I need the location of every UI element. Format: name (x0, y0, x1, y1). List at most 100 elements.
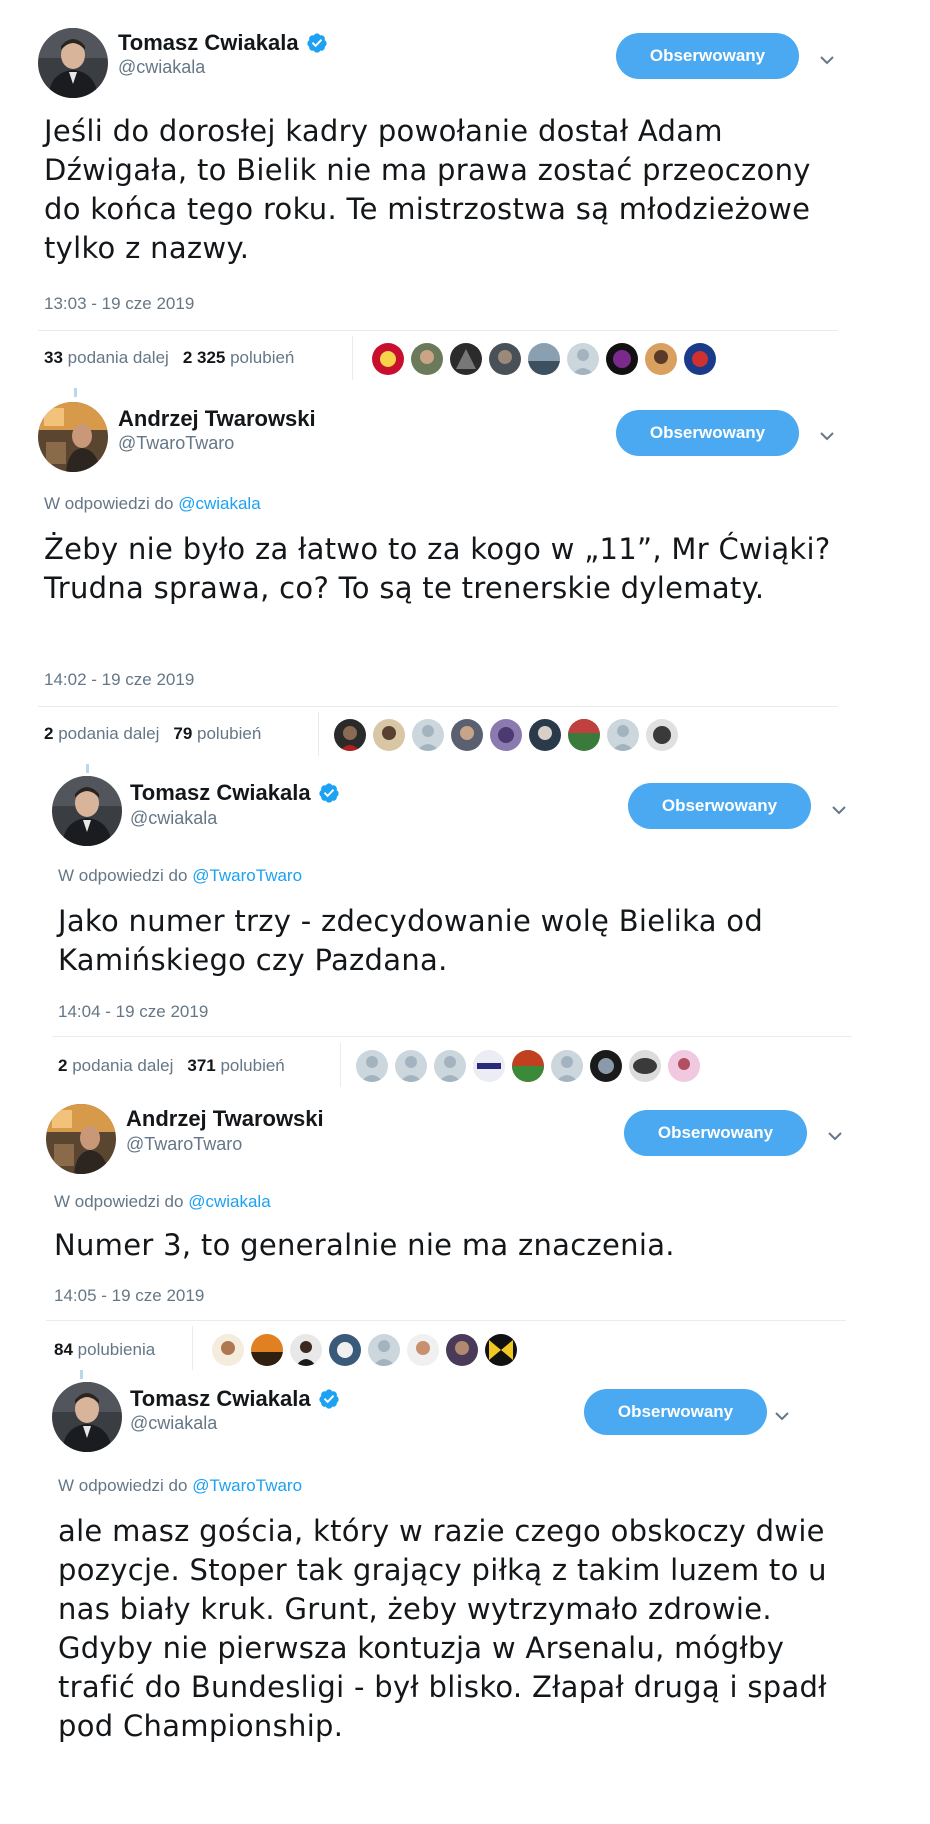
liker-avatar[interactable] (290, 1334, 322, 1366)
retweets-stat[interactable]: 33 podania dalej (44, 348, 169, 368)
liker-avatar[interactable] (668, 1050, 700, 1082)
liker-avatar[interactable] (395, 1050, 427, 1082)
chevron-down-icon[interactable] (823, 1124, 847, 1148)
liker-avatar[interactable] (606, 343, 638, 375)
tweet-timestamp[interactable]: 14:05 - 19 cze 2019 (54, 1286, 204, 1306)
retweets-stat[interactable]: 2 podania dalej (44, 724, 159, 744)
liker-avatar[interactable] (356, 1050, 388, 1082)
reply-to-link[interactable]: @cwiakala (178, 494, 260, 513)
liker-avatars (356, 1050, 700, 1082)
liker-avatar[interactable] (373, 719, 405, 751)
tweet-text: Jeśli do dorosłej kadry powołanie dostał… (44, 114, 811, 265)
tweet-text: Numer 3, to generalnie nie ma znaczenia. (54, 1228, 675, 1262)
liker-avatar[interactable] (411, 343, 443, 375)
author-handle[interactable]: @cwiakala (130, 808, 217, 829)
tweet-stats: 84 polubienia (54, 1340, 155, 1360)
liker-avatar[interactable] (490, 719, 522, 751)
author-handle[interactable]: @TwaroTwaro (118, 433, 234, 454)
chevron-down-icon[interactable] (815, 424, 839, 448)
divider (38, 330, 838, 331)
avatar[interactable] (52, 776, 122, 846)
divider (318, 712, 319, 756)
chevron-down-icon[interactable] (815, 48, 839, 72)
verified-badge-icon (318, 782, 340, 804)
chevron-down-icon[interactable] (770, 1404, 794, 1428)
divider (192, 1326, 193, 1370)
liker-avatar[interactable] (485, 1334, 517, 1366)
reply-to-link[interactable]: @TwaroTwaro (192, 866, 302, 885)
tweet-timestamp[interactable]: 14:04 - 19 cze 2019 (58, 1002, 208, 1022)
liker-avatar[interactable] (645, 343, 677, 375)
avatar[interactable] (52, 1382, 122, 1452)
liker-avatar[interactable] (412, 719, 444, 751)
liker-avatar[interactable] (528, 343, 560, 375)
divider (52, 1036, 852, 1037)
tweet-stats: 33 podania dalej 2 325 polubień (44, 348, 294, 368)
verified-badge-icon (318, 1388, 340, 1410)
likes-stat[interactable]: 371 polubień (187, 1056, 284, 1076)
likes-stat[interactable]: 79 polubień (173, 724, 261, 744)
thread-line (74, 388, 77, 397)
follow-button[interactable]: Obserwowany (624, 1110, 807, 1156)
reply-context: W odpowiedzi do @TwaroTwaro (58, 866, 303, 885)
liker-avatar[interactable] (368, 1334, 400, 1366)
author-handle[interactable]: @TwaroTwaro (126, 1134, 242, 1155)
likes-stat[interactable]: 84 polubienia (54, 1340, 155, 1360)
reply-to-link[interactable]: @TwaroTwaro (192, 1476, 302, 1495)
follow-button[interactable]: Obserwowany (616, 33, 799, 79)
liker-avatar[interactable] (551, 1050, 583, 1082)
divider (38, 706, 838, 707)
liker-avatar[interactable] (446, 1334, 478, 1366)
liker-avatar[interactable] (334, 719, 366, 751)
tweet-stats: 2 podania dalej 79 polubień (44, 724, 261, 744)
avatar[interactable] (38, 28, 108, 98)
author-name[interactable]: Andrzej Twarowski (126, 1106, 324, 1132)
liker-avatar[interactable] (372, 343, 404, 375)
liker-avatar[interactable] (329, 1334, 361, 1366)
author-name[interactable]: Tomasz Cwiakala (130, 780, 340, 806)
follow-button[interactable]: Obserwowany (628, 783, 811, 829)
divider (340, 1043, 341, 1087)
retweets-stat[interactable]: 2 podania dalej (58, 1056, 173, 1076)
reply-context: W odpowiedzi do @TwaroTwaro (58, 1476, 303, 1495)
divider (352, 336, 353, 380)
avatar[interactable] (46, 1104, 116, 1174)
avatar[interactable] (38, 402, 108, 472)
liker-avatar[interactable] (607, 719, 639, 751)
liker-avatar[interactable] (529, 719, 561, 751)
follow-button[interactable]: Obserwowany (616, 410, 799, 456)
liker-avatar[interactable] (434, 1050, 466, 1082)
verified-badge-icon (306, 32, 328, 54)
liker-avatar[interactable] (567, 343, 599, 375)
tweet-timestamp[interactable]: 13:03 - 19 cze 2019 (44, 294, 194, 314)
liker-avatar[interactable] (473, 1050, 505, 1082)
follow-button[interactable]: Obserwowany (584, 1389, 767, 1435)
thread-line (86, 764, 89, 773)
liker-avatar[interactable] (212, 1334, 244, 1366)
tweet-stats: 2 podania dalej 371 polubień (58, 1056, 285, 1076)
liker-avatar[interactable] (512, 1050, 544, 1082)
liker-avatar[interactable] (629, 1050, 661, 1082)
reply-context: W odpowiedzi do @cwiakala (44, 494, 261, 513)
liker-avatar[interactable] (489, 343, 521, 375)
author-name[interactable]: Andrzej Twarowski (118, 406, 316, 432)
liker-avatar[interactable] (646, 719, 678, 751)
liker-avatar[interactable] (590, 1050, 622, 1082)
liker-avatar[interactable] (407, 1334, 439, 1366)
likes-stat[interactable]: 2 325 polubień (183, 348, 295, 368)
liker-avatar[interactable] (568, 719, 600, 751)
thread-line (80, 1370, 83, 1379)
liker-avatar[interactable] (251, 1334, 283, 1366)
liker-avatar[interactable] (684, 343, 716, 375)
chevron-down-icon[interactable] (827, 798, 851, 822)
liker-avatar[interactable] (451, 719, 483, 751)
tweet-text: ale masz gościa, który w razie czego obs… (58, 1514, 827, 1743)
author-name[interactable]: Tomasz Cwiakala (130, 1386, 340, 1412)
author-handle[interactable]: @cwiakala (130, 1413, 217, 1434)
author-name[interactable]: Tomasz Cwiakala (118, 30, 328, 56)
tweet-timestamp[interactable]: 14:02 - 19 cze 2019 (44, 670, 194, 690)
author-handle[interactable]: @cwiakala (118, 57, 205, 78)
reply-to-link[interactable]: @cwiakala (188, 1192, 270, 1211)
divider (46, 1320, 846, 1321)
liker-avatar[interactable] (450, 343, 482, 375)
